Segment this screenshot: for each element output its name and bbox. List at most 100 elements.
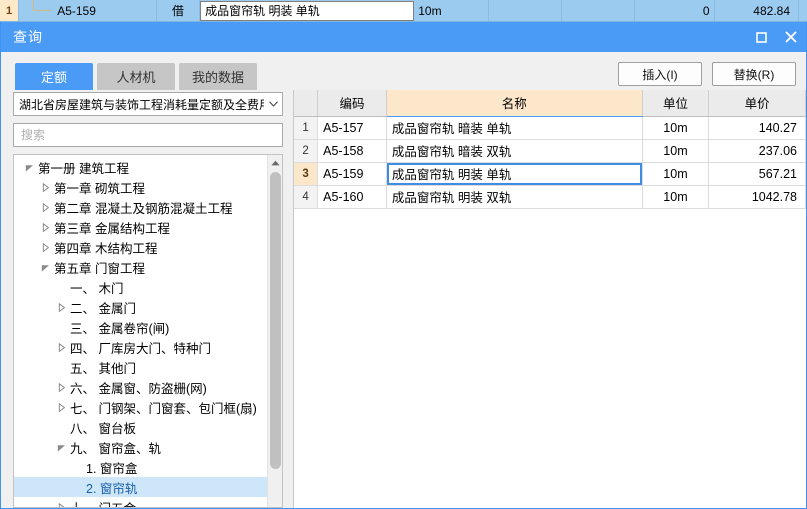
cell-row-number[interactable]: 2 [294,139,319,163]
bg-row-kind: 借 [157,0,201,21]
tree-node-selected[interactable]: 2. 窗帘轨 [14,477,267,497]
chevron-down-icon [264,101,282,107]
tree-node[interactable]: 九、 窗帘盒、轨 [14,437,267,457]
tree-node[interactable]: 八、 窗台板 [14,417,267,437]
tree-node[interactable]: 十、 门五金 [14,497,267,507]
tree-node[interactable]: 三、 金属卷帘(闸) [14,317,267,337]
cell-code[interactable]: A5-159 [317,162,387,186]
bg-row-price: 482.84 [715,0,799,21]
tree-node-label: 1. 窗帘盒 [86,461,138,476]
tab-dinge[interactable]: 定额 [15,63,93,90]
tree-collapse-icon[interactable] [54,402,68,412]
tab-mydata[interactable]: 我的数据 [179,63,257,90]
cell-row-number[interactable]: 4 [294,185,319,209]
close-button[interactable] [776,22,806,52]
tree-connector-icon [33,0,52,11]
tree-node-label: 第五章 门窗工程 [54,261,145,276]
cell-price[interactable]: 140.27 [708,116,806,140]
tree-node[interactable]: 第一册 建筑工程 [14,157,267,177]
tree-scrollbar-thumb[interactable] [269,172,281,469]
bg-row-tail [799,0,807,21]
col-header-rownum[interactable] [294,90,319,117]
cell-price[interactable]: 1042.78 [708,185,806,209]
tree-expand-icon[interactable] [38,263,52,272]
cell-row-number[interactable]: 3 [294,162,319,186]
cell-unit[interactable]: 10m [642,162,710,186]
cell-name[interactable]: 成品窗帘轨 明装 双轨 [386,185,643,209]
tree-node[interactable]: 1. 窗帘盒 [14,457,267,477]
cell-unit[interactable]: 10m [642,139,710,163]
tree-node[interactable]: 第四章 木结构工程 [14,237,267,257]
tree-node[interactable]: 六、 金属窗、防盗栅(网) [14,377,267,397]
table-row-selected[interactable]: 3 A5-159 成品窗帘轨 明装 单轨 10m 567.21 [294,162,806,186]
maximize-icon [755,31,767,43]
query-dialog: 查询 定额 人材机 我的数据 插入(I) 替换(R) 湖北省房屋建筑与装饰工程消… [0,22,807,509]
replace-button[interactable]: 替换(R) [712,62,796,86]
tree-node-label: 第三章 金属结构工程 [54,221,170,236]
table-row[interactable]: 4 A5-160 成品窗帘轨 明装 双轨 10m 1042.78 [294,185,806,209]
col-header-name[interactable]: 名称 [386,90,643,117]
right-pane: 编码 名称 单位 单价 1 A5-157 成品窗帘轨 暗装 单轨 10m 140.27 2… [293,90,806,508]
tree-node-label: 四、 厂库房大门、特种门 [70,341,211,356]
tree-collapse-icon[interactable] [38,182,52,192]
tree-node[interactable]: 第一章 砌筑工程 [14,177,267,197]
tree-expand-icon[interactable] [54,443,68,452]
cell-price[interactable]: 567.21 [708,162,806,186]
bg-row-blank1 [489,0,563,21]
cell-price[interactable]: 237.06 [708,139,806,163]
table-row[interactable]: 2 A5-158 成品窗帘轨 暗装 双轨 10m 237.06 [294,139,806,163]
tree-node[interactable]: 七、 门钢架、门窗套、包门框(扇) [14,397,267,417]
results-grid-header: 编码 名称 单位 单价 [294,90,806,117]
cell-code[interactable]: A5-160 [317,185,387,209]
tree-node[interactable]: 二、 金属门 [14,297,267,317]
col-header-unit[interactable]: 单位 [642,90,710,117]
cell-name[interactable]: 成品窗帘轨 暗装 双轨 [386,139,643,163]
left-pane: 湖北省房屋建筑与装饰工程消耗量定额及全费用 第一册 建筑工程第一章 砌筑工程第二… [1,90,293,508]
bg-row-number: 1 [0,0,20,21]
tree-collapse-icon[interactable] [54,302,68,312]
tree-node-label: 第二章 混凝土及钢筋混凝土工程 [54,201,233,216]
table-row[interactable]: 1 A5-157 成品窗帘轨 暗装 单轨 10m 140.27 [294,116,806,140]
tree-node[interactable]: 四、 厂库房大门、特种门 [14,337,267,357]
cell-name[interactable]: 成品窗帘轨 暗装 单轨 [386,116,643,140]
tree-collapse-icon[interactable] [38,202,52,212]
tree-node[interactable]: 第五章 门窗工程 [14,257,267,277]
chapter-tree[interactable]: 第一册 建筑工程 第一章 砌筑工程第二章 混凝土及钢筋混凝土工程 第三章 金属结构工… [14,155,267,507]
library-select[interactable]: 湖北省房屋建筑与装饰工程消耗量定额及全费用 [13,92,283,116]
insert-button[interactable]: 插入(I) [618,62,702,86]
tab-rencaiji-label: 人材机 [116,70,156,85]
tree-node-label: 八、 窗台板 [70,421,136,436]
search-box[interactable] [13,123,283,147]
cell-code[interactable]: A5-158 [317,139,387,163]
bg-row-unit: 10m [414,0,490,21]
search-input[interactable] [19,127,282,143]
caret-up-icon[interactable] [268,155,283,170]
cell-unit[interactable]: 10m [642,185,710,209]
cell-name[interactable]: 成品窗帘轨 明装 单轨 [386,162,643,186]
tree-node[interactable]: 第三章 金属结构工程 [14,217,267,237]
tree-collapse-icon[interactable] [54,342,68,352]
bg-row-name-input[interactable]: 成品窗帘轨 明装 单轨 [200,0,415,21]
tree-node-label: 第一册 建筑工程 [38,161,129,176]
tree-node-label: 二、 金属门 [70,301,136,316]
col-header-code[interactable]: 编码 [317,90,387,117]
tree-collapse-icon[interactable] [54,382,68,392]
cell-row-number[interactable]: 1 [294,116,319,140]
tab-rencaiji[interactable]: 人材机 [97,63,175,90]
dialog-toolbar: 定额 人材机 我的数据 插入(I) 替换(R) [1,52,806,90]
tree-collapse-icon[interactable] [54,502,68,507]
tree-scrollbar-track[interactable] [268,170,283,507]
results-grid-body: 1 A5-157 成品窗帘轨 暗装 单轨 10m 140.27 2 A5-158 成品窗帘轨 … [294,116,806,209]
tree-scrollbar[interactable] [267,155,282,507]
tree-node[interactable]: 五、 其他门 [14,357,267,377]
tree-collapse-icon[interactable] [38,242,52,252]
cell-code[interactable]: A5-157 [317,116,387,140]
tree-expand-icon[interactable] [22,163,36,172]
cell-unit[interactable]: 10m [642,116,710,140]
tree-node[interactable]: 一、 木门 [14,277,267,297]
col-header-price[interactable]: 单价 [708,90,806,117]
maximize-button[interactable] [746,22,776,52]
tree-node[interactable]: 第二章 混凝土及钢筋混凝土工程 [14,197,267,217]
tree-node-label: 五、 其他门 [70,361,136,376]
tree-collapse-icon[interactable] [38,222,52,232]
